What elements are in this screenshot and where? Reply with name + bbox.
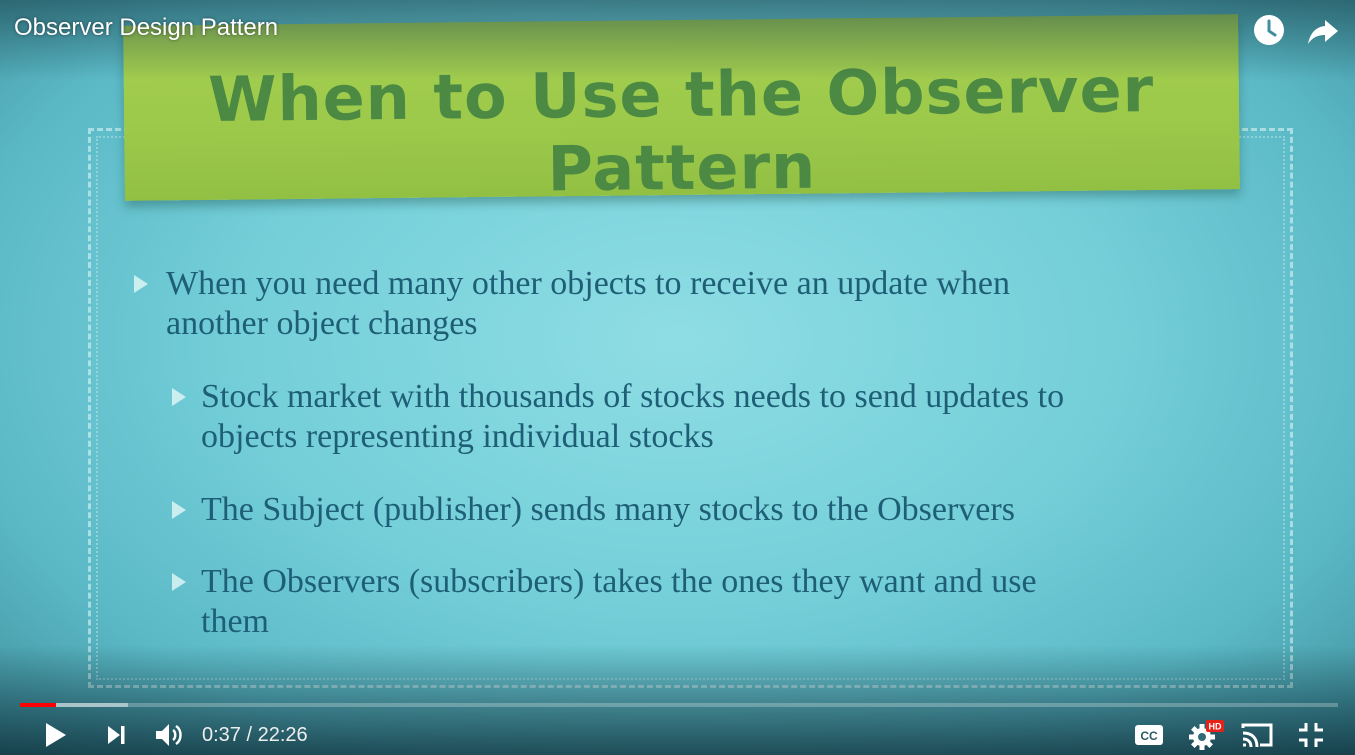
- time-current: 0:37: [202, 724, 241, 746]
- bullet-marker: [172, 388, 186, 406]
- cast-icon: [1241, 723, 1273, 748]
- progress-bar[interactable]: [20, 703, 1338, 707]
- slide-bullet-4-line-1: The Observers (subscribers) takes the on…: [201, 563, 1037, 600]
- volume-icon: [156, 724, 182, 746]
- slide-bullet-1-line-2: another object changes: [166, 305, 478, 342]
- next-button[interactable]: [100, 718, 132, 752]
- slide-bullet-4-line-2: them: [201, 603, 269, 640]
- video-player[interactable]: When to Use the Observer Pattern When yo…: [0, 0, 1355, 755]
- cast-button[interactable]: [1238, 718, 1276, 752]
- settings-button[interactable]: HD: [1186, 718, 1226, 752]
- play-button[interactable]: [38, 718, 72, 752]
- slide-bullet-2-line-1: Stock market with thousands of stocks ne…: [201, 378, 1065, 415]
- slide-bullet-3-line-1: The Subject (publisher) sends many stock…: [201, 491, 1015, 528]
- exit-fullscreen-button[interactable]: [1294, 718, 1328, 752]
- share-button[interactable]: [1305, 12, 1341, 48]
- hd-badge: HD: [1209, 722, 1222, 732]
- share-arrow-icon: [1308, 20, 1338, 44]
- progress-played: [20, 703, 56, 707]
- watch-later-button[interactable]: [1251, 12, 1287, 48]
- bullet-marker: [172, 573, 186, 591]
- volume-button[interactable]: [150, 718, 188, 752]
- bullet-marker: [172, 501, 186, 519]
- time-display: 0:37 / 22:26: [202, 722, 308, 748]
- cc-icon: CC: [1135, 725, 1163, 745]
- slide-bullet-2-line-2: objects representing individual stocks: [201, 418, 714, 455]
- clock-icon: [1254, 15, 1284, 45]
- time-total: 22:26: [257, 724, 308, 746]
- play-icon: [46, 723, 66, 747]
- video-title[interactable]: Observer Design Pattern: [14, 14, 278, 42]
- captions-button[interactable]: CC: [1132, 718, 1166, 752]
- svg-text:CC: CC: [1140, 729, 1158, 743]
- gear-icon: HD: [1189, 720, 1224, 750]
- slide-bullet-1-line-1: When you need many other objects to rece…: [166, 265, 1011, 302]
- exit-fullscreen-icon: [1299, 723, 1323, 747]
- bullet-marker: [134, 275, 148, 293]
- next-icon: [108, 726, 125, 744]
- time-separator: /: [240, 724, 258, 746]
